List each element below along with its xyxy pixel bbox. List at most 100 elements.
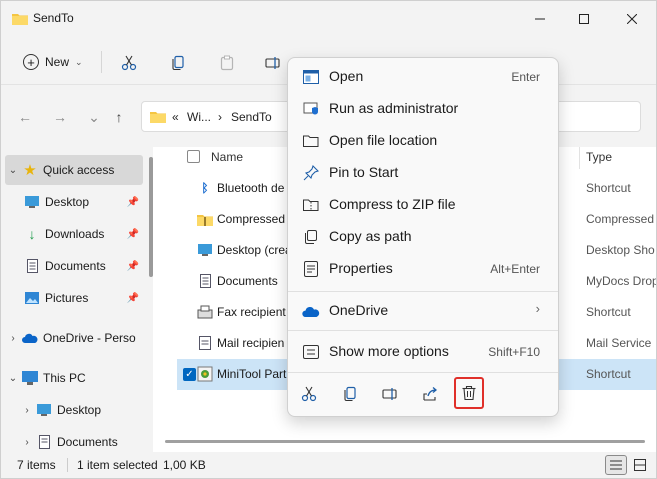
column-divider[interactable] [579, 147, 580, 169]
cut-icon[interactable] [116, 50, 142, 76]
chevron-right-icon[interactable]: › [19, 437, 35, 448]
nav-label: Documents [45, 259, 106, 273]
horizontal-scrollbar[interactable] [165, 440, 645, 443]
paste-icon[interactable] [214, 50, 240, 76]
shortcut-key: Enter [511, 70, 540, 84]
minitool-app-icon [197, 366, 213, 382]
delete-icon[interactable] [454, 377, 484, 409]
rename-icon[interactable] [377, 381, 403, 407]
window-title: SendTo [33, 11, 74, 25]
file-type: Mail Service [586, 336, 652, 350]
breadcrumb-windows[interactable]: Wi... [187, 110, 211, 124]
context-menu: Open Enter Run as administrator Open fil… [287, 57, 559, 417]
menu-item-open-file-location[interactable]: Open file location [292, 126, 554, 156]
back-arrow-icon[interactable]: ← [14, 107, 36, 127]
rename-icon[interactable] [260, 50, 286, 76]
chevron-down-icon[interactable]: ⌄ [5, 165, 21, 176]
menu-label: OneDrive [329, 302, 389, 318]
status-divider [67, 458, 68, 472]
chevron-down-icon[interactable]: ⌄ [5, 373, 21, 384]
menu-item-onedrive[interactable]: OneDrive › [292, 296, 554, 326]
copy-icon[interactable] [337, 381, 363, 407]
nav-item-pc-desktop[interactable]: › Desktop [19, 395, 143, 425]
menu-item-copy-as-path[interactable]: Copy as path [292, 222, 554, 252]
menu-label: Compress to ZIP file [329, 196, 456, 212]
tiles-view-icon[interactable] [629, 455, 651, 475]
chevron-right-icon[interactable]: › [5, 333, 21, 344]
menu-item-run-as-admin[interactable]: Run as administrator [292, 94, 554, 124]
file-type: Compressed [586, 212, 655, 226]
nav-label: This PC [43, 371, 86, 385]
menu-item-pin-to-start[interactable]: Pin to Start [292, 158, 554, 188]
row-checkbox[interactable]: ✓ [183, 368, 196, 381]
select-all-checkbox[interactable] [187, 150, 201, 172]
chevron-right-icon[interactable]: › [19, 405, 35, 416]
nav-label: Documents [57, 435, 118, 449]
nav-item-this-pc[interactable]: ⌄ This PC [5, 363, 143, 393]
nav-label: Downloads [45, 227, 105, 241]
menu-item-show-more-options[interactable]: Show more options Shift+F10 [292, 337, 554, 367]
close-button[interactable] [617, 7, 647, 31]
file-explorer-window: SendTo + New ⌄ ← → ⌄ ↑ « Wi... › SendTo … [0, 0, 657, 479]
copy-path-icon [301, 227, 321, 247]
copy-icon[interactable] [165, 50, 191, 76]
menu-item-properties[interactable]: Properties Alt+Enter [292, 254, 554, 284]
menu-item-open[interactable]: Open Enter [292, 62, 554, 92]
file-type: Shortcut [586, 305, 631, 319]
breadcrumb-sendto[interactable]: SendTo [231, 110, 272, 124]
new-button-label: New [45, 55, 70, 69]
zip-folder-icon [301, 195, 321, 215]
menu-label: Open [329, 68, 364, 84]
column-header-type[interactable]: Type [586, 150, 612, 172]
star-icon: ★ [23, 162, 37, 179]
nav-item-pictures[interactable]: Pictures 📌 [23, 283, 143, 313]
cloud-icon [301, 301, 321, 321]
menu-label: Pin to Start [329, 164, 399, 180]
zip-folder-icon [197, 211, 213, 227]
shield-icon [301, 99, 321, 119]
file-type: Desktop Sho [586, 243, 655, 257]
details-view-icon[interactable] [605, 455, 627, 475]
cut-icon[interactable] [296, 381, 322, 407]
nav-item-downloads[interactable]: ↓ Downloads 📌 [23, 219, 143, 249]
column-header-name[interactable]: Name [211, 150, 243, 172]
menu-item-compress-zip[interactable]: Compress to ZIP file [292, 190, 554, 220]
share-icon[interactable] [417, 381, 443, 407]
nav-item-quick-access[interactable]: ⌄ ★ Quick access [5, 155, 143, 185]
document-icon [23, 258, 41, 274]
toolbar-divider [101, 51, 102, 73]
file-name: MiniTool Part [217, 367, 287, 381]
file-name: Fax recipient [217, 305, 286, 319]
file-name: Bluetooth de [217, 181, 285, 195]
forward-arrow-icon[interactable]: → [49, 107, 71, 127]
more-options-icon [301, 342, 321, 362]
breadcrumb-separator: › [218, 110, 222, 124]
file-name: Compressed [217, 212, 286, 226]
nav-item-documents[interactable]: Documents 📌 [23, 251, 143, 281]
folder-open-icon [301, 131, 321, 151]
breadcrumb-overflow[interactable]: « [172, 110, 179, 124]
computer-icon [21, 370, 39, 386]
nav-item-onedrive[interactable]: › OneDrive - Perso [5, 323, 143, 353]
selection-count: 1 item selected [77, 458, 158, 472]
new-button[interactable]: + New ⌄ [15, 47, 91, 77]
desktop-icon [35, 402, 53, 418]
chevron-right-icon: › [535, 301, 540, 316]
nav-item-desktop[interactable]: Desktop 📌 [23, 187, 143, 217]
recent-chevron-icon[interactable]: ⌄ [83, 107, 105, 127]
desktop-icon [197, 242, 213, 258]
minimize-button[interactable] [525, 7, 555, 31]
nav-label: Pictures [45, 291, 89, 305]
maximize-button[interactable] [569, 7, 599, 31]
menu-label: Open file location [329, 132, 438, 148]
nav-label: OneDrive - Perso [43, 331, 136, 345]
mail-icon [197, 335, 213, 351]
file-name: Mail recipien [217, 336, 285, 350]
pin-icon: 📌 [126, 228, 139, 240]
file-type: MyDocs Drop [586, 274, 657, 288]
pin-icon: 📌 [126, 260, 139, 272]
file-type: Shortcut [586, 181, 631, 195]
menu-label: Copy as path [329, 228, 412, 244]
pin-icon: 📌 [126, 196, 139, 208]
up-arrow-icon[interactable]: ↑ [108, 107, 130, 127]
